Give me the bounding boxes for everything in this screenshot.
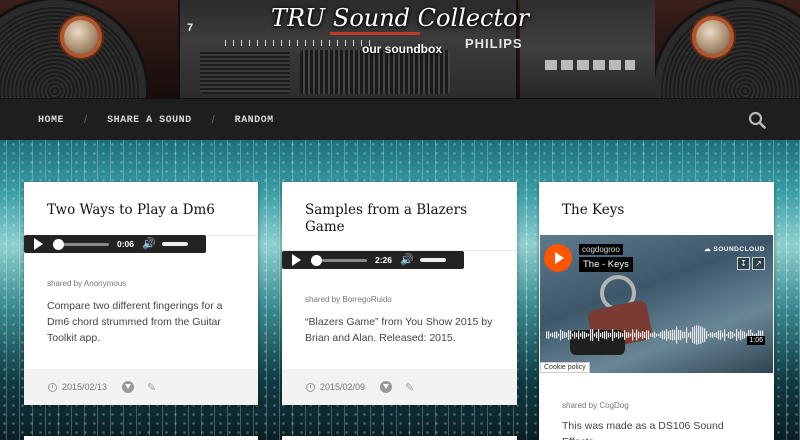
card-excerpt: This was made as a DS106 Sound Effects..…	[562, 420, 724, 440]
seek-bar[interactable]	[311, 254, 367, 266]
volume-slider[interactable]	[419, 258, 446, 262]
embed-username[interactable]: cogdogroo	[579, 244, 623, 255]
seek-thumb[interactable]	[311, 254, 322, 266]
post-date[interactable]: 2015/02/13	[48, 382, 107, 392]
sound-card: The Keys cogdogroo The - Keys ☁ SOUNDCLO…	[539, 182, 774, 440]
download-icon[interactable]	[380, 381, 393, 393]
sound-card: Samples from a Blazers Game 2:26 🔊 share…	[282, 182, 517, 405]
soundcloud-embed: cogdogroo The - Keys ☁ SOUNDCLOUD ↧ ↗ 1:…	[540, 235, 773, 373]
clock-icon	[48, 382, 57, 392]
nav-separator: /	[211, 114, 215, 126]
embed-duration: 1:06	[747, 336, 765, 345]
player-time: 2:26	[375, 255, 393, 265]
shared-by: shared by CogDog	[562, 401, 629, 410]
site-title[interactable]: TRU Sound Collector	[0, 4, 800, 32]
edit-icon[interactable]: ✎	[147, 381, 156, 394]
cloud-icon: ☁	[704, 246, 712, 253]
play-icon[interactable]	[292, 254, 301, 266]
soundcloud-logo-text: SOUNDCLOUD	[713, 246, 765, 253]
post-date-text: 2015/02/13	[62, 382, 108, 392]
player-time: 0:06	[117, 239, 135, 249]
seek-bar[interactable]	[53, 238, 109, 250]
post-date-text: 2015/02/09	[320, 382, 366, 392]
next-card-edge	[282, 436, 517, 440]
next-card-edge	[24, 436, 258, 440]
nav-share-a-sound[interactable]: SHARE A SOUND	[107, 115, 192, 126]
audio-player: 2:26 🔊	[282, 251, 464, 269]
search-icon[interactable]	[748, 111, 766, 129]
play-icon[interactable]	[34, 238, 43, 250]
sound-card: Two Ways to Play a Dm6 0:06 🔊 shared by …	[24, 182, 258, 405]
nav-random[interactable]: RANDOM	[235, 115, 274, 126]
play-icon[interactable]	[544, 244, 572, 272]
card-title[interactable]: Samples from a Blazers Game	[282, 182, 517, 236]
nav-home[interactable]: HOME	[38, 115, 64, 126]
card-footer: 2015/02/13 ✎	[24, 369, 258, 405]
volume-slider[interactable]	[161, 242, 188, 246]
volume-icon[interactable]: 🔊	[400, 254, 414, 266]
tuner-indicator	[330, 32, 420, 35]
brand-logo: PHILIPS	[465, 36, 523, 51]
clock-icon	[306, 382, 315, 392]
shared-by: shared by Anonymous	[47, 279, 127, 288]
grille-graphic	[200, 50, 290, 94]
seek-thumb[interactable]	[53, 238, 64, 250]
embed-track-title[interactable]: The - Keys	[579, 257, 633, 272]
site-tagline: our soundbox	[362, 42, 442, 56]
cookie-policy-link[interactable]: Cookie policy	[540, 362, 590, 373]
share-icon[interactable]: ↗	[752, 257, 765, 270]
cassette-buttons	[545, 60, 635, 70]
download-icon[interactable]: ↧	[737, 257, 750, 270]
main-nav: HOME / SHARE A SOUND / RANDOM	[0, 98, 800, 140]
soundcloud-logo[interactable]: ☁ SOUNDCLOUD	[704, 245, 765, 253]
audio-player: 0:06 🔊	[24, 235, 206, 253]
waveform[interactable]	[546, 323, 764, 347]
card-excerpt: Compare two different fingerings for a D…	[47, 300, 223, 344]
card-title[interactable]: Two Ways to Play a Dm6	[24, 182, 258, 219]
nav-separator: /	[84, 114, 88, 126]
volume-icon[interactable]: 🔊	[142, 238, 156, 250]
post-date[interactable]: 2015/02/09	[306, 382, 365, 392]
shared-by: shared by BorregoRuido	[305, 295, 392, 304]
header-banner: 7 PHILIPS TRU Sound Collector our soundb…	[0, 0, 800, 98]
card-title[interactable]: The Keys	[539, 182, 774, 219]
tuner-dial	[225, 40, 375, 46]
card-footer: 2015/02/09 ✎	[282, 369, 517, 405]
edit-icon[interactable]: ✎	[405, 381, 414, 394]
download-icon[interactable]	[122, 381, 135, 393]
card-excerpt: “Blazers Game” from You Show 2015 by Bri…	[305, 316, 493, 344]
grille-graphic	[300, 50, 450, 94]
